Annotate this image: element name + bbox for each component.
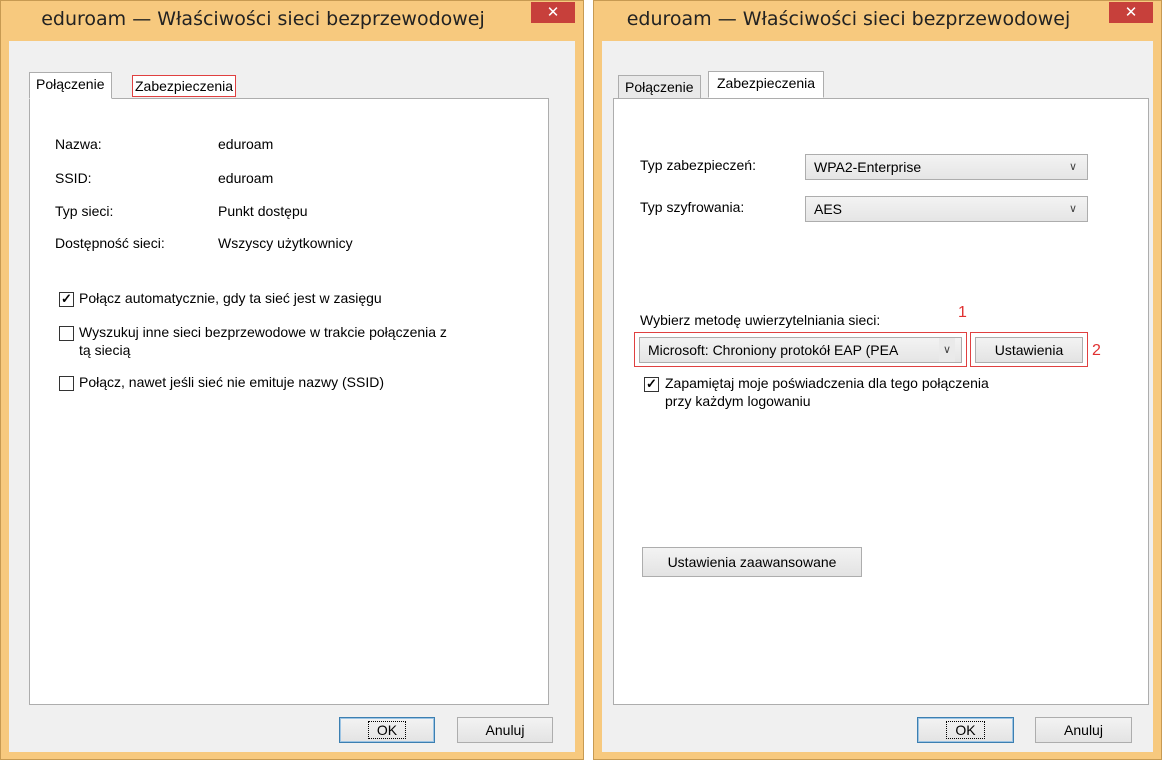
network-type-label: Typ sieci: <box>55 203 114 219</box>
remember-credentials-label: Zapamiętaj moje poświadczenia dla tego p… <box>665 375 989 391</box>
tab-zabezpieczenia[interactable]: Zabezpieczenia <box>708 71 825 98</box>
right-ok-label: OK <box>946 721 985 739</box>
name-label: Nazwa: <box>55 136 102 152</box>
connect-hidden-ssid-checkbox[interactable] <box>59 376 74 391</box>
left-tab-panel: Nazwa: eduroam SSID: eduroam Typ sieci: … <box>29 98 549 705</box>
auto-connect-checkbox[interactable]: ✓ <box>59 292 74 307</box>
annotation-2: 2 <box>1092 342 1101 359</box>
tab-polaczenie[interactable]: Połączenie <box>618 75 701 99</box>
left-close-button[interactable]: ✕ <box>531 2 575 23</box>
left-titlebar[interactable]: eduroam — Właściwości sieci bezprzewodow… <box>1 1 583 39</box>
left-ok-label: OK <box>367 721 407 739</box>
right-titlebar[interactable]: eduroam — Właściwości sieci bezprzewodow… <box>594 1 1161 39</box>
right-cancel-button[interactable]: Anuluj <box>1035 717 1132 743</box>
network-type-value: Punkt dostępu <box>218 203 308 219</box>
chevron-down-icon: ∨ <box>939 338 955 362</box>
settings-button[interactable]: Ustawienia <box>975 337 1083 363</box>
advanced-settings-button[interactable]: Ustawienia zaawansowane <box>642 547 862 577</box>
availability-label: Dostępność sieci: <box>55 235 165 251</box>
right-ok-button[interactable]: OK <box>917 717 1014 743</box>
chevron-down-icon: ∨ <box>1068 203 1078 215</box>
search-other-networks-checkbox[interactable] <box>59 326 74 341</box>
remember-credentials-checkbox[interactable]: ✓ <box>644 377 659 392</box>
right-close-button[interactable]: ✕ <box>1109 2 1153 23</box>
search-other-networks-label-line2: tą siecią <box>79 342 131 358</box>
ssid-label: SSID: <box>55 170 92 186</box>
connect-hidden-ssid-label: Połącz, nawet jeśli sieć nie emituje naz… <box>79 374 385 390</box>
right-window-title: eduroam — Właściwości sieci bezprzewodow… <box>626 8 1071 30</box>
tab-polaczenie[interactable]: Połączenie <box>29 72 112 99</box>
auth-method-dropdown[interactable]: Microsoft: Chroniony protokół EAP (PEA ∨ <box>639 337 962 363</box>
right-tab-panel: Typ zabezpieczeń: WPA2-Enterprise ∨ Typ … <box>613 98 1149 705</box>
security-type-value: WPA2-Enterprise <box>814 159 922 175</box>
encryption-type-label: Typ szyfrowania: <box>640 199 745 215</box>
chevron-down-icon: ∨ <box>1068 161 1078 173</box>
left-ok-button[interactable]: OK <box>339 717 435 743</box>
encryption-type-value: AES <box>814 201 843 217</box>
security-type-label: Typ zabezpieczeń: <box>640 157 756 173</box>
remember-credentials-label-line2: przy każdym logowaniu <box>665 393 811 409</box>
search-other-networks-label: Wyszukuj inne sieci bezprzewodowe w trak… <box>79 324 447 340</box>
auto-connect-label: Połącz automatycznie, gdy ta sieć jest w… <box>79 290 382 306</box>
left-cancel-button[interactable]: Anuluj <box>457 717 553 743</box>
auth-method-value: Microsoft: Chroniony protokół EAP (PEA <box>648 342 899 358</box>
availability-value: Wszyscy użytkownicy <box>218 235 353 251</box>
ssid-value: eduroam <box>218 170 274 186</box>
security-type-dropdown[interactable]: WPA2-Enterprise ∨ <box>805 154 1088 180</box>
auth-method-label: Wybierz metodę uwierzytelniania sieci: <box>640 312 881 328</box>
tab-zabezpieczenia[interactable]: Zabezpieczenia <box>132 75 237 97</box>
right-dialog-window: eduroam — Właściwości sieci bezprzewodow… <box>593 0 1162 760</box>
left-dialog-window: eduroam — Właściwości sieci bezprzewodow… <box>0 0 584 760</box>
left-window-title: eduroam — Właściwości sieci bezprzewodow… <box>41 8 485 30</box>
left-client-area: Połączenie Zabezpieczenia Nazwa: eduroam… <box>9 41 575 752</box>
name-value: eduroam <box>218 136 274 152</box>
encryption-type-dropdown[interactable]: AES ∨ <box>805 196 1088 222</box>
right-client-area: Połączenie Zabezpieczenia Typ zabezpiecz… <box>602 41 1153 752</box>
annotation-1: 1 <box>958 304 967 321</box>
